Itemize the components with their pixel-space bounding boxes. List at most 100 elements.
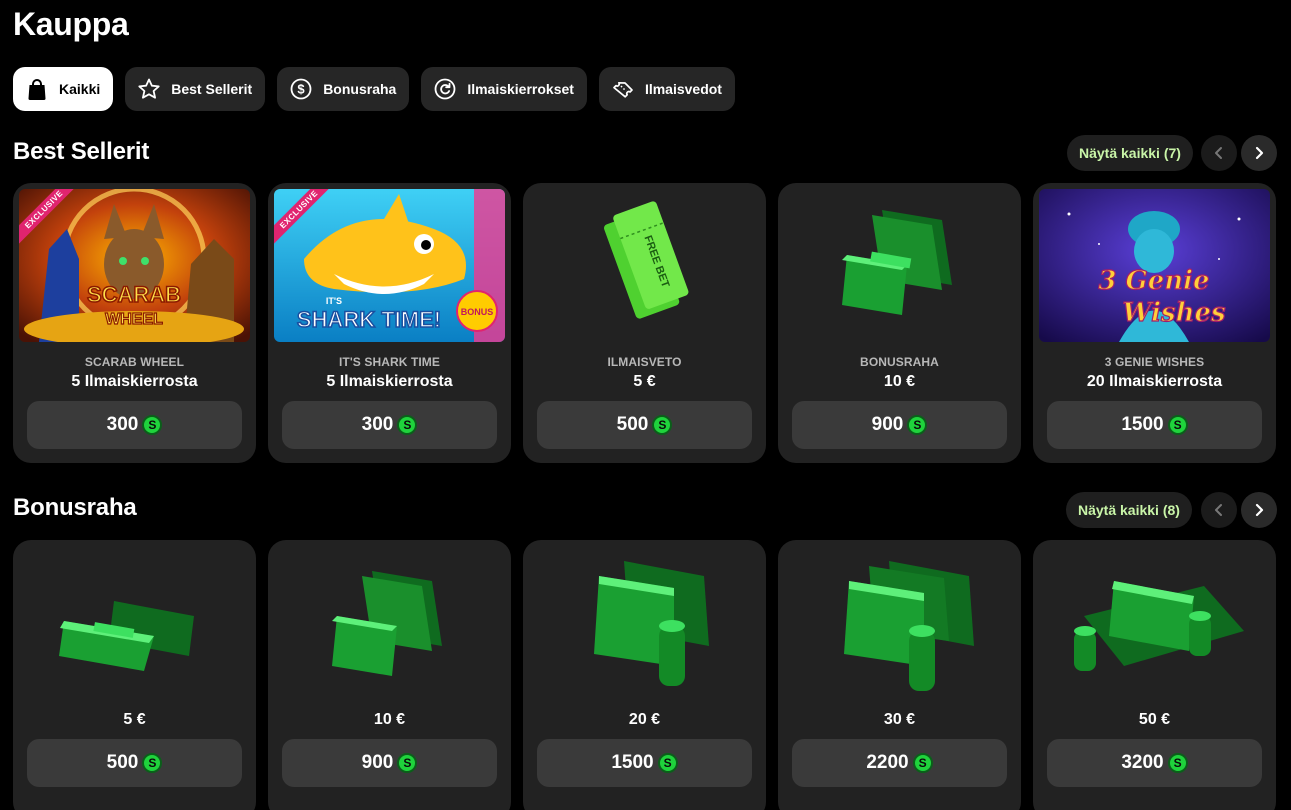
filter-bar: Kaikki Best Sellerit $ Bonusraha Ilmaisk… xyxy=(13,67,735,111)
buy-button[interactable]: 2200 S xyxy=(792,739,1007,787)
svg-text:WHEEL: WHEEL xyxy=(105,311,163,328)
see-all-bonusraha-button[interactable]: Näytä kaikki (8) xyxy=(1066,492,1192,528)
product-card[interactable]: 50 € 3200 S xyxy=(1033,540,1276,810)
buy-button[interactable]: 900 S xyxy=(282,739,497,787)
game-thumbnail-scarab-wheel: SCARAB WHEEL EXCLUSIVE xyxy=(19,189,250,342)
product-category: ILMAISVETO xyxy=(607,355,682,369)
spin-icon xyxy=(433,77,457,101)
filter-chip-label: Ilmaiskierrokset xyxy=(467,81,574,97)
free-bet-ticket-image: FREE BET xyxy=(529,189,760,342)
product-title: 10 € xyxy=(373,711,406,728)
section-title-best-sellerit: Best Sellerit xyxy=(13,138,150,165)
price-value: 2200 xyxy=(866,752,909,773)
filter-chip-label: Ilmaisvedot xyxy=(644,81,722,97)
product-card[interactable]: 30 € 2200 S xyxy=(778,540,1021,810)
buy-button[interactable]: 1500 S xyxy=(1047,401,1262,449)
buy-button[interactable]: 500 S xyxy=(537,401,752,449)
cash-stack-image xyxy=(529,546,760,699)
carousel-next-button[interactable] xyxy=(1241,135,1277,171)
price-value: 500 xyxy=(106,752,139,773)
filter-chip-best-sellerit[interactable]: Best Sellerit xyxy=(125,67,266,111)
bonusraha-carousel: 5 € 500 S 10 € 900 S 20 € 1500 S 30 € 22… xyxy=(13,540,1276,810)
buy-button[interactable]: 300 S xyxy=(27,401,242,449)
product-card[interactable]: 3 Genie Wishes 3 GENIE WISHES 20 Ilmaisk… xyxy=(1033,183,1276,463)
spinit-coin-icon: S xyxy=(912,753,933,773)
chevron-right-icon xyxy=(1255,146,1264,160)
svg-text:SCARAB: SCARAB xyxy=(87,282,181,307)
svg-text:3 Genie: 3 Genie xyxy=(1098,266,1209,296)
spinit-coin-icon: S xyxy=(142,753,163,773)
dollar-coin-icon: $ xyxy=(289,77,313,101)
price-value: 500 xyxy=(616,414,649,435)
buy-button[interactable]: 900 S xyxy=(792,401,1007,449)
svg-text:Wishes: Wishes xyxy=(1122,298,1226,328)
cash-stack-image xyxy=(784,189,1015,342)
product-category: SCARAB WHEEL xyxy=(84,355,185,369)
chevron-left-icon xyxy=(1215,504,1222,516)
buy-button[interactable]: 300 S xyxy=(282,401,497,449)
cash-stack-image xyxy=(19,546,250,699)
spinit-coin-icon: S xyxy=(652,415,673,435)
price-value: 900 xyxy=(871,414,904,435)
spinit-coin-icon: S xyxy=(907,415,928,435)
ticket-icon xyxy=(611,77,635,101)
page-title: Kauppa xyxy=(13,6,129,42)
price-value: 900 xyxy=(361,752,394,773)
product-title: 30 € xyxy=(883,711,916,728)
cash-stack-image xyxy=(784,546,1015,699)
star-icon xyxy=(137,77,161,101)
product-category: 3 GENIE WISHES xyxy=(1104,355,1205,369)
section-title-bonusraha: Bonusraha xyxy=(13,494,137,521)
product-title: 5 € xyxy=(633,373,656,390)
filter-chip-ilmaiskierrokset[interactable]: Ilmaiskierrokset xyxy=(421,67,587,111)
product-title: 5 Ilmaiskierrosta xyxy=(326,373,453,390)
product-title: 20 € xyxy=(628,711,661,728)
carousel-next-button[interactable] xyxy=(1241,492,1277,528)
buy-button[interactable]: 3200 S xyxy=(1047,739,1262,787)
product-card[interactable]: FREE BET ILMAISVETO 5 € 500 S xyxy=(523,183,766,463)
price-value: 1500 xyxy=(611,752,654,773)
price-value: 300 xyxy=(361,414,394,435)
product-card[interactable]: SHARK TIME! IT'S BONUS EXCLUSIVE IT'S SH… xyxy=(268,183,511,463)
spinit-coin-icon: S xyxy=(397,415,418,435)
filter-chip-kaikki[interactable]: Kaikki xyxy=(13,67,114,111)
chevron-left-icon xyxy=(1215,147,1222,159)
product-title: 10 € xyxy=(883,373,916,390)
shopping-bag-icon xyxy=(25,77,49,101)
product-title: 5 € xyxy=(123,711,146,728)
game-thumbnail-3-genie-wishes: 3 Genie Wishes xyxy=(1039,189,1270,342)
filter-chip-label: Best Sellerit xyxy=(171,81,253,97)
buy-button[interactable]: 500 S xyxy=(27,739,242,787)
product-title: 20 Ilmaiskierrosta xyxy=(1086,373,1223,390)
price-value: 3200 xyxy=(1121,752,1164,773)
svg-text:$: $ xyxy=(298,82,306,97)
product-category: BONUSRAHA xyxy=(860,355,939,369)
spinit-coin-icon: S xyxy=(657,753,678,773)
buy-button[interactable]: 1500 S xyxy=(537,739,752,787)
filter-chip-bonusraha[interactable]: $ Bonusraha xyxy=(277,67,410,111)
product-card[interactable]: 10 € 900 S xyxy=(268,540,511,810)
filter-chip-label: Kaikki xyxy=(59,81,101,97)
product-card[interactable]: BONUSRAHA 10 € 900 S xyxy=(778,183,1021,463)
product-card[interactable]: SCARAB WHEEL EXCLUSIVE SCARAB WHEEL 5 Il… xyxy=(13,183,256,463)
see-all-best-sellerit-button[interactable]: Näytä kaikki (7) xyxy=(1067,135,1193,171)
product-title: 5 Ilmaiskierrosta xyxy=(71,373,198,390)
product-card[interactable]: 20 € 1500 S xyxy=(523,540,766,810)
best-sellers-carousel: SCARAB WHEEL EXCLUSIVE SCARAB WHEEL 5 Il… xyxy=(13,183,1276,463)
spinit-coin-icon: S xyxy=(1167,753,1188,773)
chevron-right-icon xyxy=(1255,503,1264,517)
cash-stack-image xyxy=(1039,546,1270,699)
filter-chip-ilmaisvedot[interactable]: Ilmaisvedot xyxy=(598,67,735,111)
product-title: 50 € xyxy=(1138,711,1171,728)
svg-text:BONUS: BONUS xyxy=(461,307,494,317)
cash-stack-image xyxy=(274,546,505,699)
product-card[interactable]: 5 € 500 S xyxy=(13,540,256,810)
svg-text:SHARK TIME!: SHARK TIME! xyxy=(297,307,441,332)
carousel-prev-button[interactable] xyxy=(1201,135,1237,171)
product-category: IT'S SHARK TIME xyxy=(338,355,441,369)
price-value: 1500 xyxy=(1121,414,1164,435)
carousel-prev-button[interactable] xyxy=(1201,492,1237,528)
svg-text:IT'S: IT'S xyxy=(326,296,342,306)
price-value: 300 xyxy=(106,414,139,435)
spinit-coin-icon: S xyxy=(142,415,163,435)
